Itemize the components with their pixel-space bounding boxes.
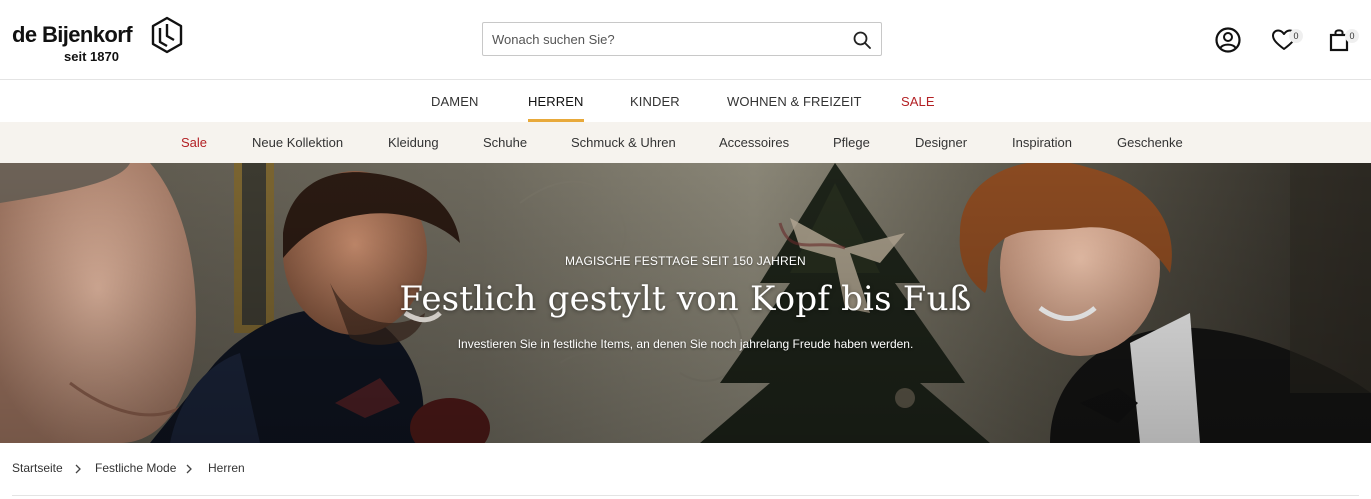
primary-navigation: DAMEN HERREN KINDER WOHNEN & FREIZEIT SA… <box>0 81 1371 122</box>
wishlist-count-badge: 0 <box>1289 29 1303 43</box>
subnav-designer[interactable]: Designer <box>915 122 967 163</box>
breadcrumb-festliche-mode[interactable]: Festliche Mode <box>95 461 176 475</box>
logo-mark-icon <box>151 16 183 54</box>
chevron-right-icon <box>75 464 81 474</box>
logo-text: de Bijenkorf <box>12 22 133 47</box>
nav-wohnen-freizeit[interactable]: WOHNEN & FREIZEIT <box>727 81 862 122</box>
subnav-schuhe[interactable]: Schuhe <box>483 122 527 163</box>
nav-herren[interactable]: HERREN <box>528 81 584 122</box>
nav-damen[interactable]: DAMEN <box>431 81 478 122</box>
subnav-neue-kollektion[interactable]: Neue Kollektion <box>252 122 343 163</box>
site-header: de Bijenkorf seit 1870 0 0 <box>0 0 1371 80</box>
nav-sale[interactable]: SALE <box>901 81 935 122</box>
hero-banner[interactable]: MAGISCHE FESTTAGE SEIT 150 JAHREN Festli… <box>0 163 1371 443</box>
search-icon[interactable] <box>852 30 872 50</box>
account-icon[interactable] <box>1214 26 1242 54</box>
cart-count-badge: 0 <box>1345 29 1359 43</box>
divider <box>12 495 1359 496</box>
subnav-pflege[interactable]: Pflege <box>833 122 870 163</box>
subnav-kleidung[interactable]: Kleidung <box>388 122 439 163</box>
category-subnavigation: Sale Neue Kollektion Kleidung Schuhe Sch… <box>0 122 1371 163</box>
hero-kicker: MAGISCHE FESTTAGE SEIT 150 JAHREN <box>565 254 806 268</box>
logo[interactable]: de Bijenkorf seit 1870 <box>12 14 192 66</box>
hero-text-overlay: MAGISCHE FESTTAGE SEIT 150 JAHREN Festli… <box>0 163 1371 443</box>
chevron-right-icon <box>186 464 192 474</box>
search-input[interactable] <box>483 23 843 55</box>
breadcrumb-startseite[interactable]: Startseite <box>12 461 63 475</box>
hero-title[interactable]: Festlich gestylt von Kopf bis Fuß <box>0 279 1371 319</box>
breadcrumb-herren: Herren <box>208 461 245 475</box>
subnav-accessoires[interactable]: Accessoires <box>719 122 789 163</box>
search-bar <box>482 22 882 56</box>
subnav-geschenke[interactable]: Geschenke <box>1117 122 1183 163</box>
logo-subtitle: seit 1870 <box>64 49 119 64</box>
subnav-sale[interactable]: Sale <box>181 122 207 163</box>
nav-kinder[interactable]: KINDER <box>630 81 680 122</box>
hero-subtitle: Investieren Sie in festliche Items, an d… <box>457 337 914 351</box>
subnav-inspiration[interactable]: Inspiration <box>1012 122 1072 163</box>
subnav-schmuck-uhren[interactable]: Schmuck & Uhren <box>571 122 676 163</box>
